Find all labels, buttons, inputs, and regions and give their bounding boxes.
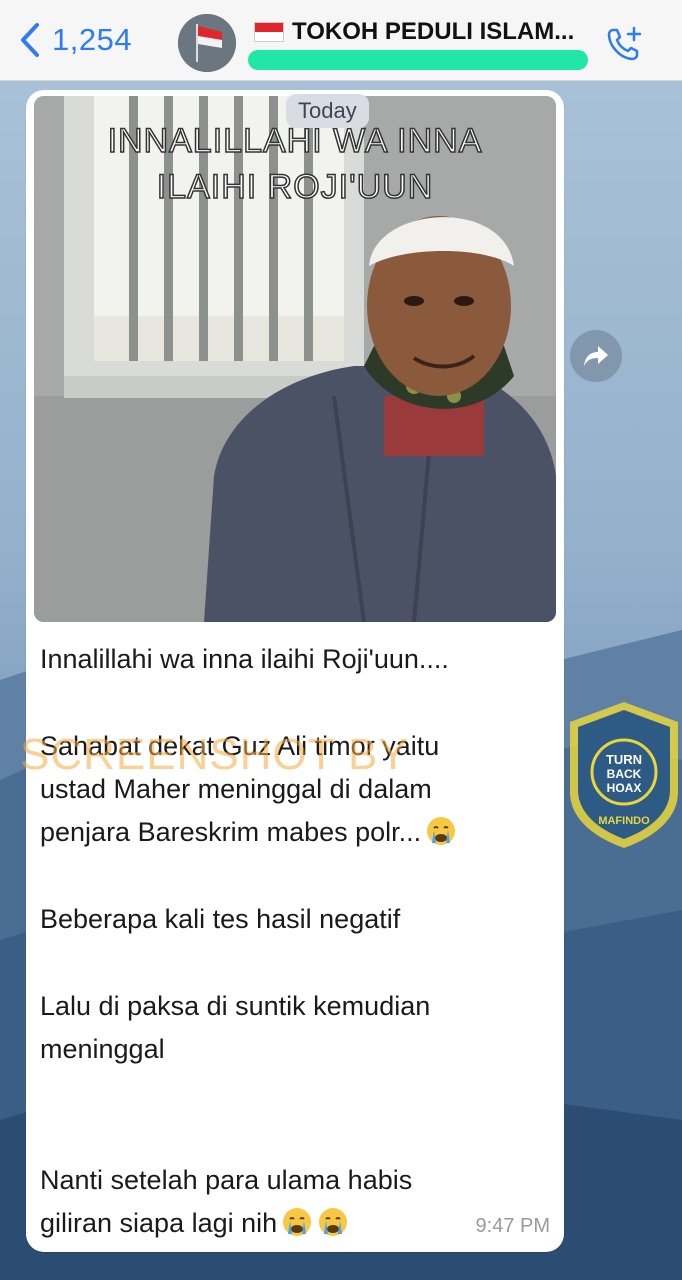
add-call-icon[interactable] [604, 24, 644, 64]
message-line: Lalu di paksa di suntik kemudian [40, 991, 431, 1021]
group-name: TOKOH PEDULI ISLAM... [292, 18, 575, 45]
message-line: penjara Bareskrim mabes polr... [40, 817, 422, 847]
crying-face-icon [283, 1208, 312, 1236]
forward-button[interactable] [570, 330, 622, 382]
forward-icon [584, 346, 608, 366]
turnbackhoax-logo: TURN BACK HOAX MAFINDO [570, 702, 678, 848]
svg-text:TURN: TURN [606, 752, 642, 767]
chat-title[interactable]: TOKOH PEDULI ISLAM... [254, 18, 594, 46]
message-line: Nanti setelah para ulama habis [40, 1165, 413, 1195]
chevron-left-icon [21, 23, 39, 57]
message-photo[interactable]: INNALILLAHI WA INNA ILAIHI ROJI'UUN [34, 96, 556, 622]
redaction-bar [248, 50, 588, 70]
svg-text:MAFINDO: MAFINDO [598, 815, 650, 827]
svg-text:HOAX: HOAX [607, 781, 642, 795]
crying-face-icon [319, 1208, 348, 1236]
message-line: giliran siapa lagi nih [40, 1208, 278, 1238]
image-caption: INNALILLAHI WA INNA ILAIHI ROJI'UUN [34, 118, 556, 210]
screenshot-watermark: SCREENSHOT BY [20, 730, 409, 779]
group-avatar[interactable] [178, 14, 236, 72]
svg-text:BACK: BACK [607, 767, 642, 781]
message-line: Beberapa kali tes hasil negatif [40, 904, 401, 934]
caption-line-2: ILAIHI ROJI'UUN [156, 167, 434, 207]
message-line: meninggal [40, 1034, 165, 1064]
message-line-with-emoji: penjara Bareskrim mabes polr... [40, 811, 552, 854]
message-bubble[interactable]: INNALILLAHI WA INNA ILAIHI ROJI'UUN Inna… [26, 90, 564, 1252]
back-button[interactable]: 1,254 [18, 22, 132, 58]
message-line: Innalillahi wa inna ilaihi Roji'uun.... [40, 644, 449, 674]
crying-face-icon [427, 817, 456, 845]
unread-count: 1,254 [52, 22, 133, 57]
message-timestamp: 9:47 PM [475, 1215, 550, 1237]
indonesia-flag-icon [254, 22, 284, 42]
date-chip: Today [286, 94, 369, 128]
chat-header: 1,254 TOKOH PEDULI ISLAM... [0, 0, 682, 81]
